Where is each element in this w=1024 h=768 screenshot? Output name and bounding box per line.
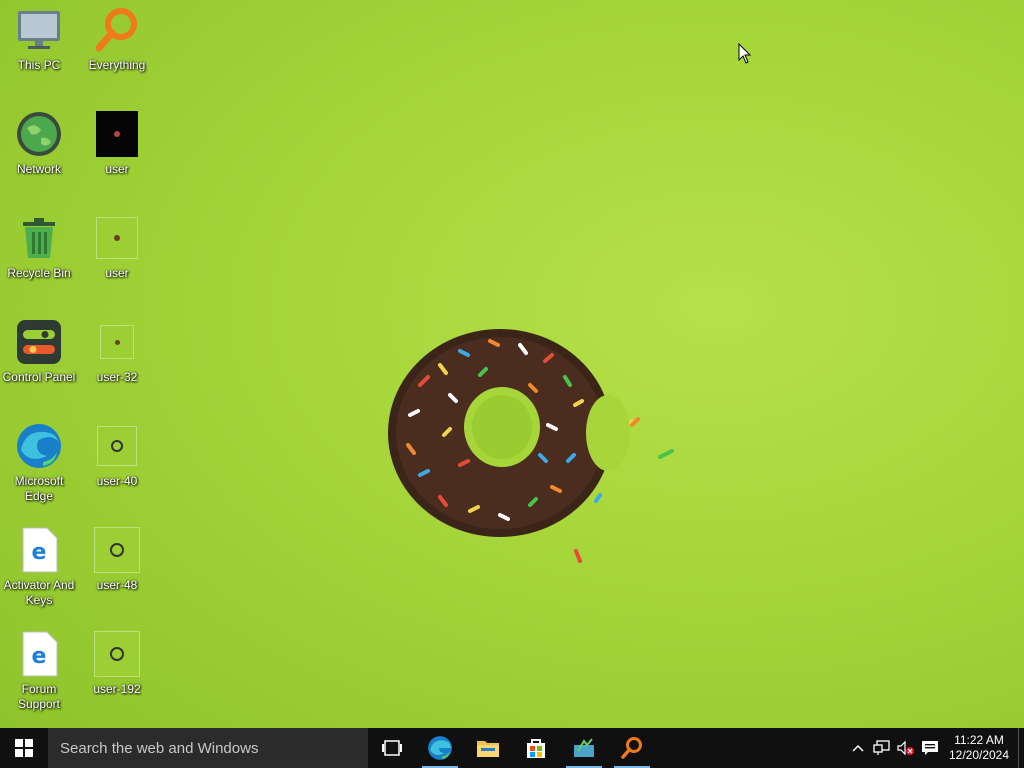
desktop-icon-network[interactable]: Network — [0, 110, 78, 177]
image-file-icon — [93, 214, 141, 262]
desktop-icon-label: Recycle Bin — [7, 266, 71, 280]
desktop-icon-user-48[interactable]: user-48 — [78, 526, 156, 593]
taskbar-app-store[interactable] — [512, 728, 560, 768]
control-panel-icon — [15, 318, 63, 366]
taskbar: Search the web and Windows 11:22 AM 12/2… — [0, 728, 1024, 768]
desktop-icon-this-pc[interactable]: This PC — [0, 6, 78, 73]
taskbar-app-everything[interactable] — [608, 728, 656, 768]
desktop-icon-user-40[interactable]: user-40 — [78, 422, 156, 489]
network-icon — [873, 740, 890, 755]
mouse-cursor-icon — [738, 42, 752, 69]
desktop-icon-label: Everything — [88, 58, 146, 72]
chevron-up-icon — [852, 744, 864, 752]
svg-text:e: e — [32, 644, 47, 669]
task-view-icon — [382, 740, 402, 756]
desktop-icon-forum-support[interactable]: e Forum Support — [0, 630, 78, 712]
desktop-icon-label: user — [105, 162, 129, 176]
wallpaper-donut — [380, 315, 700, 575]
search-placeholder: Search the web and Windows — [60, 739, 259, 757]
desktop-icon-label: user-192 — [93, 682, 141, 696]
monitor-icon — [15, 6, 63, 54]
taskbar-app-edge[interactable] — [416, 728, 464, 768]
app-icon — [574, 738, 594, 757]
desktop-icon-control-panel[interactable]: Control Panel — [0, 318, 78, 385]
globe-icon — [15, 110, 63, 158]
svg-text:e: e — [32, 540, 47, 565]
notification-icon — [922, 741, 938, 755]
desktop-icon-label: user — [105, 266, 129, 280]
desktop-icon-user[interactable]: user — [78, 214, 156, 281]
desktop-icon-user[interactable]: user — [78, 110, 156, 177]
desktop-icon-microsoft-edge[interactable]: Microsoft Edge — [0, 422, 78, 504]
image-file-icon — [93, 110, 141, 158]
volume-muted-icon — [897, 740, 914, 756]
clock-time: 11:22 AM — [954, 733, 1004, 747]
desktop-icon-user-32[interactable]: user-32 — [78, 318, 156, 385]
network-tray-button[interactable] — [870, 728, 894, 768]
image-file-icon — [93, 630, 141, 678]
edge-icon — [428, 736, 452, 760]
windows-logo-icon — [15, 739, 33, 757]
action-center-button[interactable] — [918, 728, 942, 768]
desktop-icon-label: Forum Support — [17, 682, 61, 711]
taskbar-app-file-explorer[interactable] — [464, 728, 512, 768]
everything-icon — [621, 737, 642, 759]
desktop-icon-activator-and-keys[interactable]: e Activator And Keys — [0, 526, 78, 608]
image-file-icon — [93, 318, 141, 366]
show-hidden-icons-button[interactable] — [846, 728, 870, 768]
ie-shortcut-icon: e — [15, 526, 63, 574]
volume-tray-button[interactable] — [894, 728, 918, 768]
ie-shortcut-icon: e — [15, 630, 63, 678]
task-view-button[interactable] — [368, 728, 416, 768]
edge-icon — [15, 422, 63, 470]
magnifier-icon — [93, 6, 141, 54]
desktop-icon-label: This PC — [17, 58, 61, 72]
desktop-icon-label: user-48 — [96, 578, 138, 592]
image-file-icon — [93, 422, 141, 470]
desktop-icon-label: user-40 — [96, 474, 138, 488]
taskbar-clock[interactable]: 11:22 AM 12/20/2024 — [942, 733, 1016, 763]
desktop-icon-label: user-32 — [96, 370, 138, 384]
store-icon — [527, 739, 545, 758]
desktop-icon-label: Microsoft Edge — [14, 474, 64, 503]
desktop-icon-label: Activator And Keys — [3, 578, 75, 607]
recycle-bin-icon — [15, 214, 63, 262]
desktop-icon-recycle-bin[interactable]: Recycle Bin — [0, 214, 78, 281]
search-input[interactable]: Search the web and Windows — [48, 728, 368, 768]
image-file-icon — [93, 526, 141, 574]
clock-date: 12/20/2024 — [948, 748, 1010, 762]
desktop-icon-everything[interactable]: Everything — [78, 6, 156, 73]
start-button[interactable] — [0, 728, 48, 768]
desktop-icon-label: Control Panel — [2, 370, 76, 384]
show-desktop-button[interactable] — [1018, 728, 1024, 768]
desktop-icon-user-192[interactable]: user-192 — [78, 630, 156, 697]
file-explorer-icon — [477, 741, 499, 757]
desktop-icon-label: Network — [16, 162, 61, 176]
system-tray: 11:22 AM 12/20/2024 — [846, 728, 1024, 768]
taskbar-app-running[interactable] — [560, 728, 608, 768]
